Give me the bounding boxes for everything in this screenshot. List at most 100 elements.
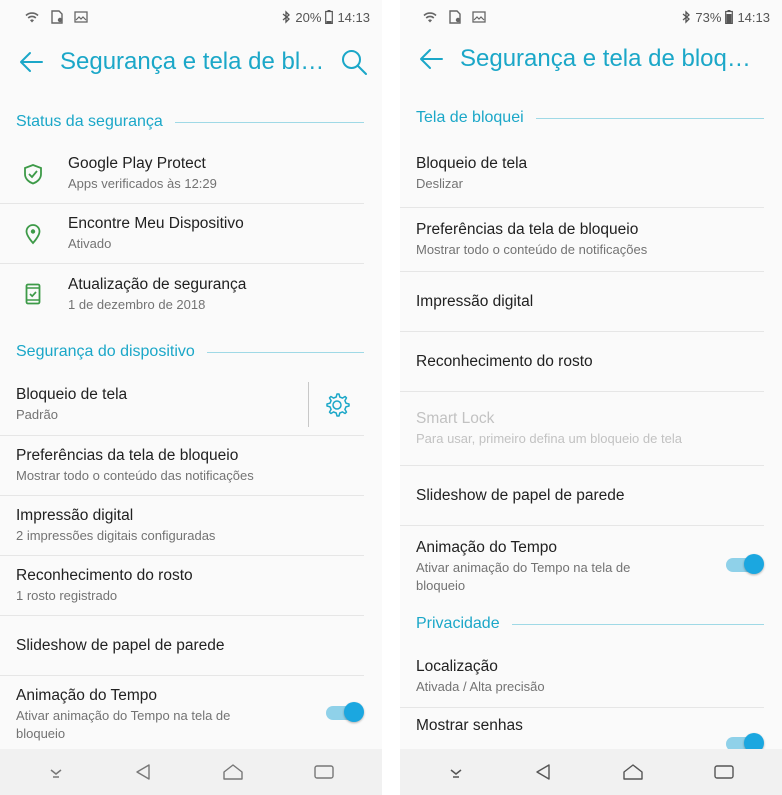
section-label: Status da segurança (16, 113, 163, 130)
item-subtitle: Ativar animação do Tempo na tela de bloq… (16, 708, 231, 741)
item-subtitle: 1 rosto registrado (16, 588, 118, 603)
recents-nav-icon[interactable] (313, 764, 335, 780)
clock: 14:13 (337, 9, 370, 25)
sim-card-icon (449, 10, 461, 24)
item-subtitle: Mostrar todo o conteúdo das notificações (16, 468, 254, 483)
item-title: Animação do Tempo (16, 687, 158, 704)
home-nav-icon[interactable] (622, 763, 644, 781)
list-item-google-play-protect[interactable]: Google Play Protect Apps verificados às … (0, 144, 364, 204)
navigation-bar (0, 749, 382, 795)
navigation-bar (400, 749, 782, 795)
list-item-screen-lock[interactable]: Bloqueio de tela Deslizar (400, 140, 764, 208)
item-title: Smart Lock (416, 410, 495, 427)
section-label: Segurança do dispositivo (16, 343, 195, 360)
back-arrow-icon[interactable] (418, 46, 444, 72)
list-item-face-recognition[interactable]: Reconhecimento do rosto 1 rosto registra… (0, 556, 364, 616)
item-subtitle: Apps verificados às 12:29 (68, 176, 217, 191)
status-bar: 73% 14:13 (400, 0, 782, 34)
item-subtitle: Deslizar (416, 176, 463, 191)
app-bar: Segurança e tela de bloqu… (400, 34, 782, 84)
notification-pull-icon[interactable] (447, 765, 465, 779)
weather-animation-toggle[interactable] (726, 553, 764, 575)
bluetooth-icon (283, 10, 291, 24)
item-title: Atualização de segurança (68, 275, 247, 293)
home-nav-icon[interactable] (222, 763, 244, 781)
item-subtitle: 2 impressões digitais configuradas (16, 528, 216, 543)
back-arrow-icon[interactable] (18, 49, 44, 75)
section-header-device-security: Segurança do dispositivo (0, 330, 382, 374)
wifi-icon (423, 12, 437, 23)
toggle-thumb (744, 554, 764, 574)
section-divider (174, 121, 364, 123)
item-subtitle: 1 de dezembro de 2018 (68, 296, 206, 312)
bluetooth-icon (683, 10, 691, 24)
item-title: Bloqueio de tela (416, 155, 528, 172)
app-bar: Segurança e tela de bloq… (0, 34, 382, 90)
gear-icon (325, 392, 350, 417)
item-title: Preferências da tela de bloqueio (416, 221, 639, 238)
item-subtitle: Ativar animação do Tempo na tela de bloq… (416, 559, 631, 593)
section-divider (206, 351, 364, 353)
right-screen: 73% 14:13 Segurança e tela de bloqu… Tel… (400, 0, 782, 795)
battery-icon (725, 10, 734, 24)
item-title: Reconhecimento do rosto (16, 567, 193, 584)
battery-percent: 73% (695, 9, 722, 25)
section-label: Privacidade (416, 615, 500, 632)
list-item-security-update[interactable]: Atualização de segurança 1 de dezembro d… (0, 264, 364, 324)
screen-lock-settings-button[interactable] (308, 382, 364, 427)
page-title: Segurança e tela de bloqu… (460, 45, 762, 72)
section-header-security-status: Status da segurança (0, 100, 382, 144)
section-header-privacy: Privacidade (400, 602, 782, 646)
back-nav-icon[interactable] (134, 763, 152, 781)
item-title: Mostrar senhas (416, 717, 523, 734)
list-item-lock-screen-preferences[interactable]: Preferências da tela de bloqueio Mostrar… (400, 208, 764, 272)
clock: 14:13 (737, 9, 770, 25)
item-title: Bloqueio de tela (16, 386, 128, 403)
list-item-find-my-device[interactable]: Encontre Meu Dispositivo Ativado (0, 204, 364, 264)
page-title: Segurança e tela de bloq… (60, 48, 332, 75)
search-icon[interactable] (340, 48, 368, 76)
item-subtitle: Mostrar todo o conteúdo de notificações (416, 242, 648, 257)
status-bar: 20% 14:13 (0, 0, 382, 34)
image-icon (472, 11, 486, 23)
section-divider (511, 623, 764, 625)
list-item-fingerprint[interactable]: Impressão digital (400, 272, 764, 332)
battery-icon (325, 10, 334, 24)
item-title: Impressão digital (416, 292, 534, 310)
section-divider (535, 117, 764, 119)
item-title: Slideshow de papel de parede (416, 486, 625, 504)
back-nav-icon[interactable] (534, 763, 552, 781)
list-item-fingerprint[interactable]: Impressão digital 2 impressões digitais … (0, 496, 364, 556)
item-title: Encontre Meu Dispositivo (68, 215, 244, 232)
section-label: Tela de bloquei (416, 109, 524, 126)
list-item-wallpaper-slideshow[interactable]: Slideshow de papel de parede (400, 466, 764, 526)
list-item-weather-animation[interactable]: Animação do Tempo Ativar animação do Tem… (0, 676, 364, 750)
item-title: Localização (416, 658, 498, 675)
toggle-thumb (344, 702, 364, 722)
item-title: Preferências da tela de bloqueio (16, 447, 239, 464)
shield-check-icon (24, 163, 42, 184)
item-title: Google Play Protect (68, 155, 206, 172)
weather-animation-toggle[interactable] (326, 701, 364, 723)
phone-update-icon (25, 283, 41, 305)
sim-card-icon (51, 10, 63, 24)
wifi-icon (25, 12, 39, 23)
section-header-lock-screen: Tela de bloquei (400, 96, 782, 140)
list-item-wallpaper-slideshow[interactable]: Slideshow de papel de parede (0, 616, 364, 676)
list-item-screen-lock[interactable]: Bloqueio de tela Padrão (0, 374, 364, 436)
item-subtitle: Ativada / Alta precisão (416, 679, 545, 694)
list-item-face-recognition[interactable]: Reconhecimento do rosto (400, 332, 764, 392)
recents-nav-icon[interactable] (713, 764, 735, 780)
item-title: Impressão digital (16, 507, 134, 524)
location-pin-icon (25, 223, 41, 244)
list-item-weather-animation[interactable]: Animação do Tempo Ativar animação do Tem… (400, 526, 764, 606)
list-item-lock-screen-preferences[interactable]: Preferências da tela de bloqueio Mostrar… (0, 436, 364, 496)
left-screen: 20% 14:13 Segurança e tela de bloq… Stat… (0, 0, 382, 795)
item-title: Animação do Tempo (416, 538, 558, 556)
image-icon (74, 11, 88, 23)
notification-pull-icon[interactable] (47, 765, 65, 779)
screenshot-divider (382, 0, 400, 795)
list-item-location[interactable]: Localização Ativada / Alta precisão (400, 646, 764, 708)
item-subtitle: Ativado (68, 236, 112, 251)
item-title: Reconhecimento do rosto (416, 352, 593, 370)
